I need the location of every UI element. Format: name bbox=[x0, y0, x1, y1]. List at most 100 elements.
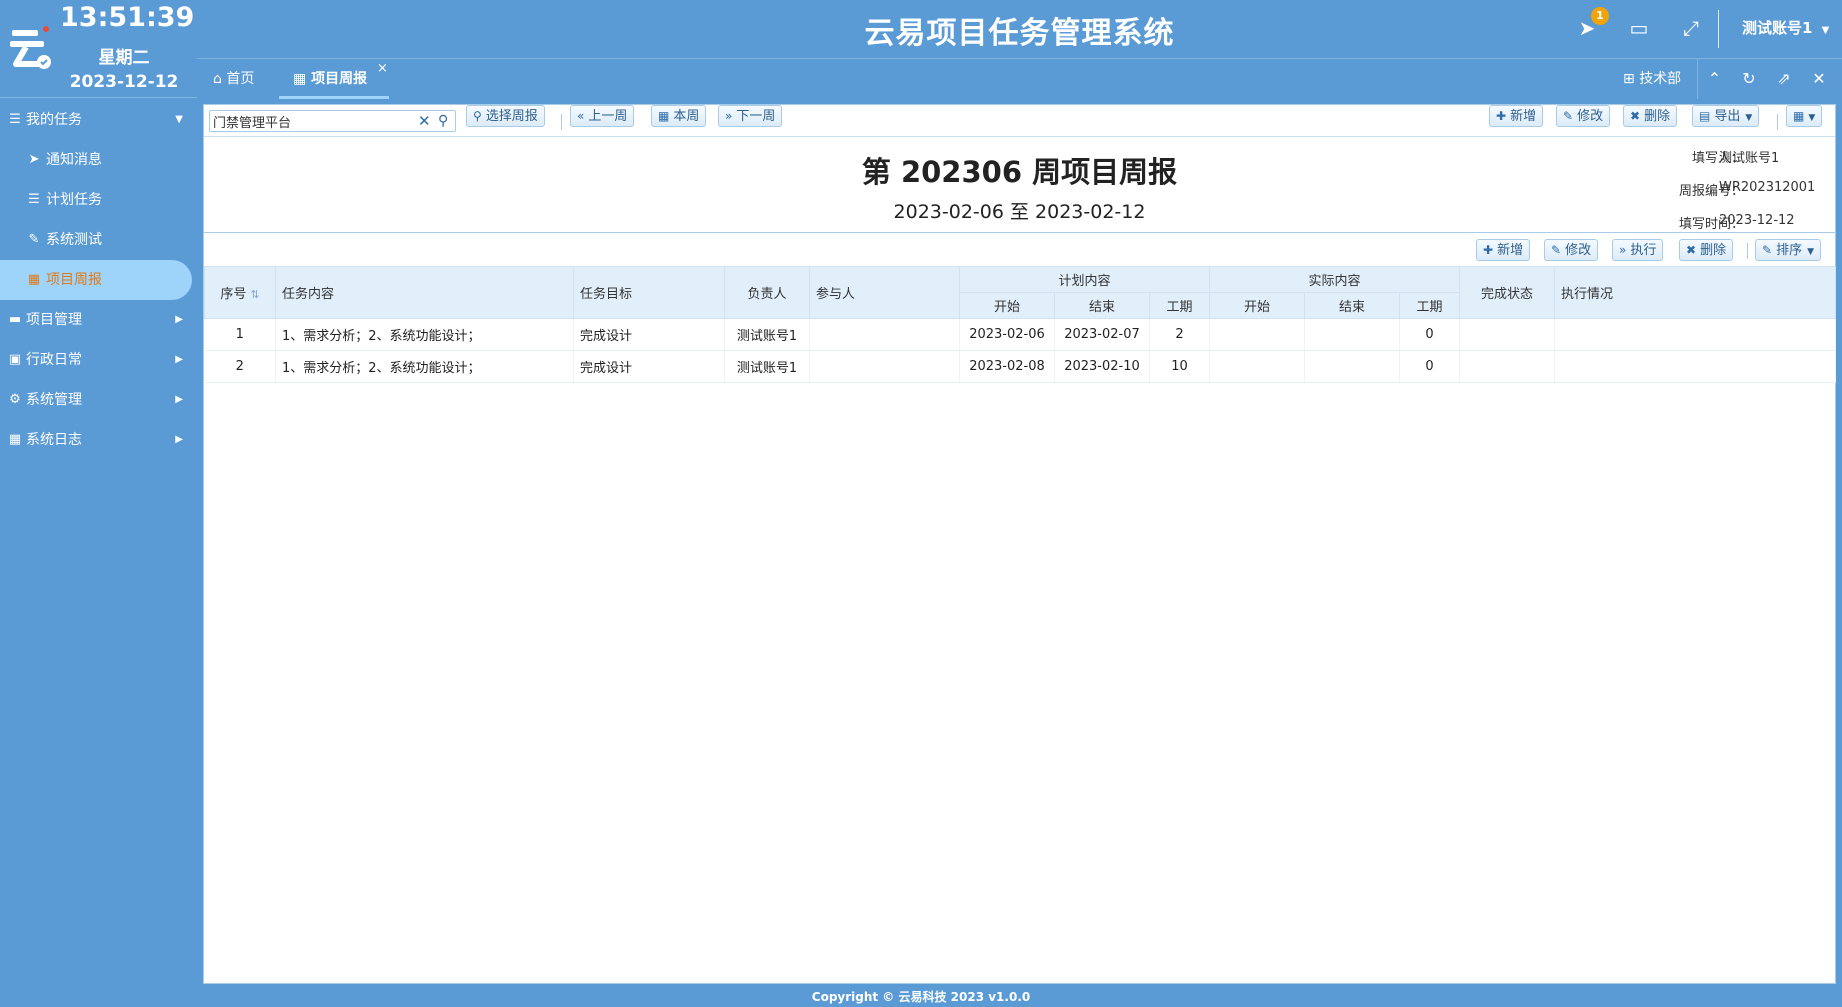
project-search-input[interactable] bbox=[213, 111, 408, 131]
fullscreen-icon[interactable]: ⤢ bbox=[1677, 14, 1705, 42]
tab-label: 首页 bbox=[226, 71, 255, 87]
cell-content: 1、需求分析；2、系统功能设计； bbox=[275, 350, 574, 383]
report-toolbar: ✕ ⚲ ⚲选择周报 «上一周 ▦本周 »下一周 ✚新增 ✎修改 ✖删除 ▤导出▼… bbox=[204, 105, 1835, 137]
caret-down-icon: ▼ bbox=[1821, 25, 1830, 36]
calendar-icon: ▦ bbox=[293, 71, 307, 87]
column-header-execution[interactable]: 执行情况 bbox=[1554, 266, 1836, 319]
caret-down-icon: ▼ bbox=[175, 114, 183, 125]
toolbar-divider bbox=[1777, 114, 1778, 130]
times-icon: ✖ bbox=[1630, 109, 1641, 123]
header: 云易项目任务管理系统 ➤ 1 ▭ ⤢ 测试账号1 ▼ bbox=[197, 0, 1842, 58]
column-header-owner[interactable]: 负责人 bbox=[724, 266, 810, 319]
cell-plan-start: 2023-02-06 bbox=[959, 318, 1055, 351]
edit-report-button[interactable]: ✎ 修改 bbox=[1556, 105, 1611, 127]
cell-actual-duration: 0 bbox=[1399, 318, 1460, 351]
paper-plane-icon: ➤ bbox=[28, 152, 40, 167]
sidebar-item-label: 系统测试 bbox=[46, 232, 102, 248]
search-icon[interactable]: ⚲ bbox=[438, 111, 448, 131]
cell-plan-end: 2023-02-10 bbox=[1054, 350, 1150, 383]
column-header-plan-duration[interactable]: 工期 bbox=[1149, 292, 1210, 319]
caret-right-icon: ▶ bbox=[175, 434, 183, 445]
add-task-button[interactable]: ✚ 新增 bbox=[1476, 239, 1531, 261]
add-report-button[interactable]: ✚ 新增 bbox=[1489, 105, 1544, 127]
sidebar-item-my-tasks[interactable]: ☰ 我的任务 ▼ bbox=[0, 100, 197, 140]
cell-execution bbox=[1554, 350, 1836, 383]
pencil-icon: ✎ bbox=[1563, 109, 1574, 123]
user-menu[interactable]: 测试账号1 ▼ bbox=[1742, 17, 1829, 38]
cell-owner: 测试账号1 bbox=[724, 318, 810, 351]
department-selector[interactable]: ⊞ 技术部 bbox=[1623, 59, 1681, 99]
cell-plan-duration: 10 bbox=[1149, 350, 1210, 383]
sidebar-item-notifications[interactable]: ➤ 通知消息 bbox=[0, 140, 197, 180]
column-header-actual-duration[interactable]: 工期 bbox=[1399, 292, 1460, 319]
sidebar-item-project-management[interactable]: ▬ 项目管理 ▶ bbox=[0, 300, 197, 340]
cell-actual-duration: 0 bbox=[1399, 350, 1460, 383]
next-week-button[interactable]: » 下一周 bbox=[718, 105, 783, 127]
column-header-plan-start[interactable]: 开始 bbox=[959, 292, 1055, 319]
column-view-button[interactable]: ▦ ▼ bbox=[1786, 105, 1823, 127]
table-row[interactable]: 2 1、需求分析；2、系统功能设计； 完成设计 测试账号1 2023-02-08… bbox=[204, 350, 1836, 383]
header-divider bbox=[1718, 10, 1719, 48]
cell-execution bbox=[1554, 318, 1836, 351]
project-search-box: ✕ ⚲ bbox=[209, 110, 456, 132]
calendar-icon: ▦ bbox=[658, 109, 670, 123]
chevron-up-icon[interactable]: ⌃ bbox=[1697, 59, 1731, 99]
clock-date: 2023-12-12 bbox=[69, 72, 179, 92]
sidebar-item-system-test[interactable]: ✎ 系统测试 bbox=[0, 220, 197, 260]
sidebar-item-system-management[interactable]: ⚙ 系统管理 ▶ bbox=[0, 380, 197, 420]
column-header-goal[interactable]: 任务目标 bbox=[573, 266, 725, 319]
cell-actual-end bbox=[1304, 350, 1400, 383]
cell-seq: 2 bbox=[204, 350, 276, 383]
monitor-icon[interactable]: ▭ bbox=[1625, 14, 1653, 42]
tab-home[interactable]: ⌂ 首页 bbox=[213, 59, 254, 99]
department-label: 技术部 bbox=[1639, 71, 1682, 87]
sort-icon: ⇅ bbox=[250, 288, 260, 301]
double-chevron-left-icon: « bbox=[577, 109, 585, 123]
close-icon[interactable]: ✕ bbox=[1802, 59, 1836, 99]
cell-plan-start: 2023-02-08 bbox=[959, 350, 1055, 383]
sidebar-item-system-log[interactable]: ▦ 系统日志 ▶ bbox=[0, 420, 197, 460]
prev-week-button[interactable]: «上一周 bbox=[570, 105, 635, 127]
execute-task-button[interactable]: » 执行 bbox=[1612, 239, 1664, 261]
button-label: 新增 bbox=[1497, 243, 1524, 258]
sidebar-item-admin-daily[interactable]: ▣ 行政日常 ▶ bbox=[0, 340, 197, 380]
delete-task-button[interactable]: ✖ 删除 bbox=[1679, 239, 1734, 261]
table-row[interactable]: 1 1、需求分析；2、系统功能设计； 完成设计 测试账号1 2023-02-06… bbox=[204, 318, 1836, 351]
column-header-actual-start[interactable]: 开始 bbox=[1209, 292, 1305, 319]
double-chevron-right-icon: » bbox=[1619, 243, 1627, 257]
column-header-seq[interactable]: 序号 ⇅ bbox=[204, 266, 276, 319]
select-report-button[interactable]: ⚲ 选择周报 bbox=[466, 105, 545, 127]
cell-participants bbox=[809, 350, 960, 383]
close-tab-icon[interactable]: × bbox=[377, 61, 388, 76]
column-header-plan-end[interactable]: 结束 bbox=[1054, 292, 1150, 319]
export-button[interactable]: ▤ 导出 ▼ bbox=[1692, 105, 1760, 127]
sidebar-item-label: 行政日常 bbox=[26, 352, 82, 368]
user-name: 测试账号1 bbox=[1742, 19, 1813, 37]
plus-icon: ✚ bbox=[1483, 243, 1494, 257]
clock-time: 13:51:39 bbox=[60, 2, 195, 33]
cell-seq: 1 bbox=[204, 318, 276, 351]
sidebar-item-weekly-report[interactable]: ▦ 项目周报 bbox=[0, 260, 192, 300]
column-header-participants[interactable]: 参与人 bbox=[809, 266, 960, 319]
report-date-range: 2023-02-06 至 2023-02-12 bbox=[893, 201, 1146, 223]
tab-weekly-report[interactable]: ▦ 项目周报 bbox=[279, 59, 389, 99]
clear-icon[interactable]: ✕ bbox=[418, 111, 431, 131]
sitemap-icon: ⊞ bbox=[1623, 71, 1635, 87]
refresh-icon[interactable]: ↻ bbox=[1732, 59, 1766, 99]
cell-status bbox=[1459, 318, 1555, 351]
button-label: 下一周 bbox=[736, 109, 776, 124]
button-label: 执行 bbox=[1630, 243, 1657, 258]
sidebar-item-plan-tasks[interactable]: ☰ 计划任务 bbox=[0, 180, 197, 220]
external-link-icon[interactable]: ⇗ bbox=[1767, 59, 1801, 99]
cell-owner: 测试账号1 bbox=[724, 350, 810, 383]
this-week-button[interactable]: ▦ 本周 bbox=[651, 105, 707, 127]
sidebar-item-label: 项目周报 bbox=[46, 272, 102, 288]
column-header-status[interactable]: 完成状态 bbox=[1459, 266, 1555, 319]
edit-task-button[interactable]: ✎ 修改 bbox=[1544, 239, 1599, 261]
delete-report-button[interactable]: ✖ 删除 bbox=[1623, 105, 1678, 127]
column-header-content[interactable]: 任务内容 bbox=[275, 266, 574, 319]
column-header-actual-end[interactable]: 结束 bbox=[1304, 292, 1400, 319]
button-label: 新增 bbox=[1510, 109, 1537, 124]
search-icon: ⚲ bbox=[473, 109, 482, 123]
sort-button[interactable]: ✎ 排序 ▼ bbox=[1755, 239, 1821, 261]
